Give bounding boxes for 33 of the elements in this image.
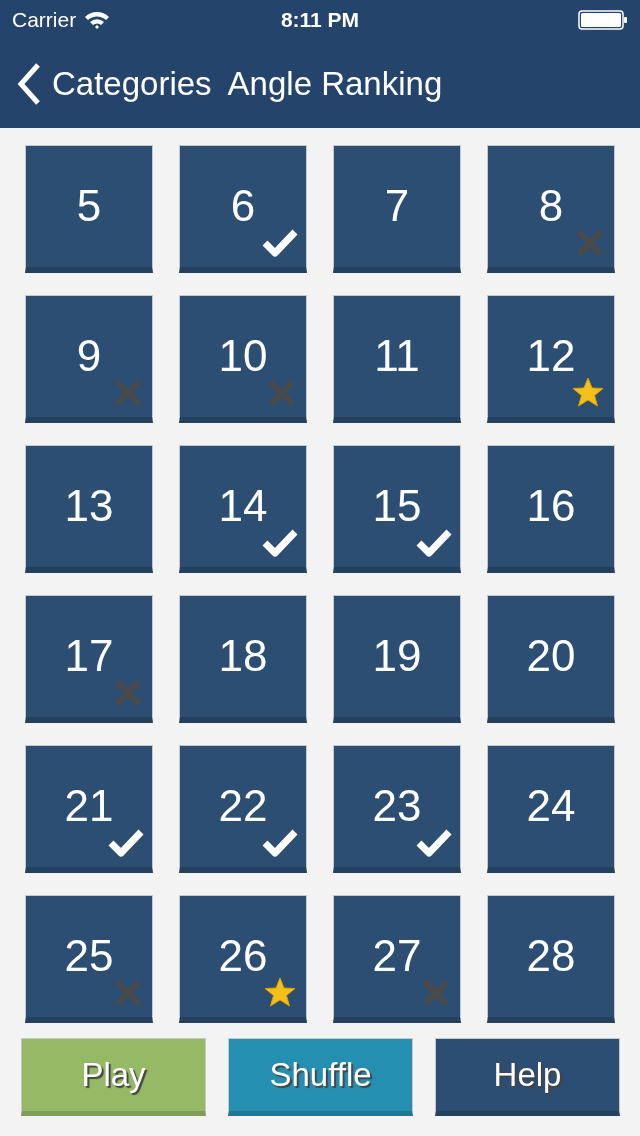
wifi-icon — [84, 10, 111, 30]
level-tile[interactable]: 12 — [487, 295, 615, 423]
level-tile[interactable]: 5 — [25, 145, 153, 273]
back-button[interactable]: Categories — [16, 59, 212, 109]
level-tile[interactable]: 23 — [333, 745, 461, 873]
level-tile[interactable]: 22 — [179, 745, 307, 873]
action-button[interactable]: Shuffle — [228, 1038, 413, 1116]
level-tile[interactable]: 28 — [487, 895, 615, 1023]
level-tile[interactable]: 21 — [25, 745, 153, 873]
level-tile[interactable]: 6 — [179, 145, 307, 273]
level-tile[interactable]: 27 — [333, 895, 461, 1023]
level-tile[interactable]: 13 — [25, 445, 153, 573]
clock-label: 8:11 PM — [280, 7, 360, 34]
level-tile[interactable]: 18 — [179, 595, 307, 723]
action-button[interactable]: Help — [435, 1038, 620, 1116]
level-tile[interactable]: 17 — [25, 595, 153, 723]
level-tile[interactable]: 19 — [333, 595, 461, 723]
level-tile[interactable]: 10 — [179, 295, 307, 423]
level-tile[interactable]: 11 — [333, 295, 461, 423]
battery-icon — [578, 10, 628, 30]
level-tile[interactable]: 16 — [487, 445, 615, 573]
level-tile[interactable]: 9 — [25, 295, 153, 423]
level-tile[interactable]: 24 — [487, 745, 615, 873]
level-tile[interactable]: 25 — [25, 895, 153, 1023]
back-chevron-icon — [16, 63, 42, 105]
level-tile[interactable]: 8 — [487, 145, 615, 273]
carrier-label: Carrier — [12, 7, 77, 34]
screen-title: Angle Ranking — [227, 64, 443, 105]
level-tile[interactable]: 15 — [333, 445, 461, 573]
level-tile[interactable]: 20 — [487, 595, 615, 723]
level-tile[interactable]: 14 — [179, 445, 307, 573]
level-tile[interactable]: 7 — [333, 145, 461, 273]
level-tile[interactable]: 26 — [179, 895, 307, 1023]
